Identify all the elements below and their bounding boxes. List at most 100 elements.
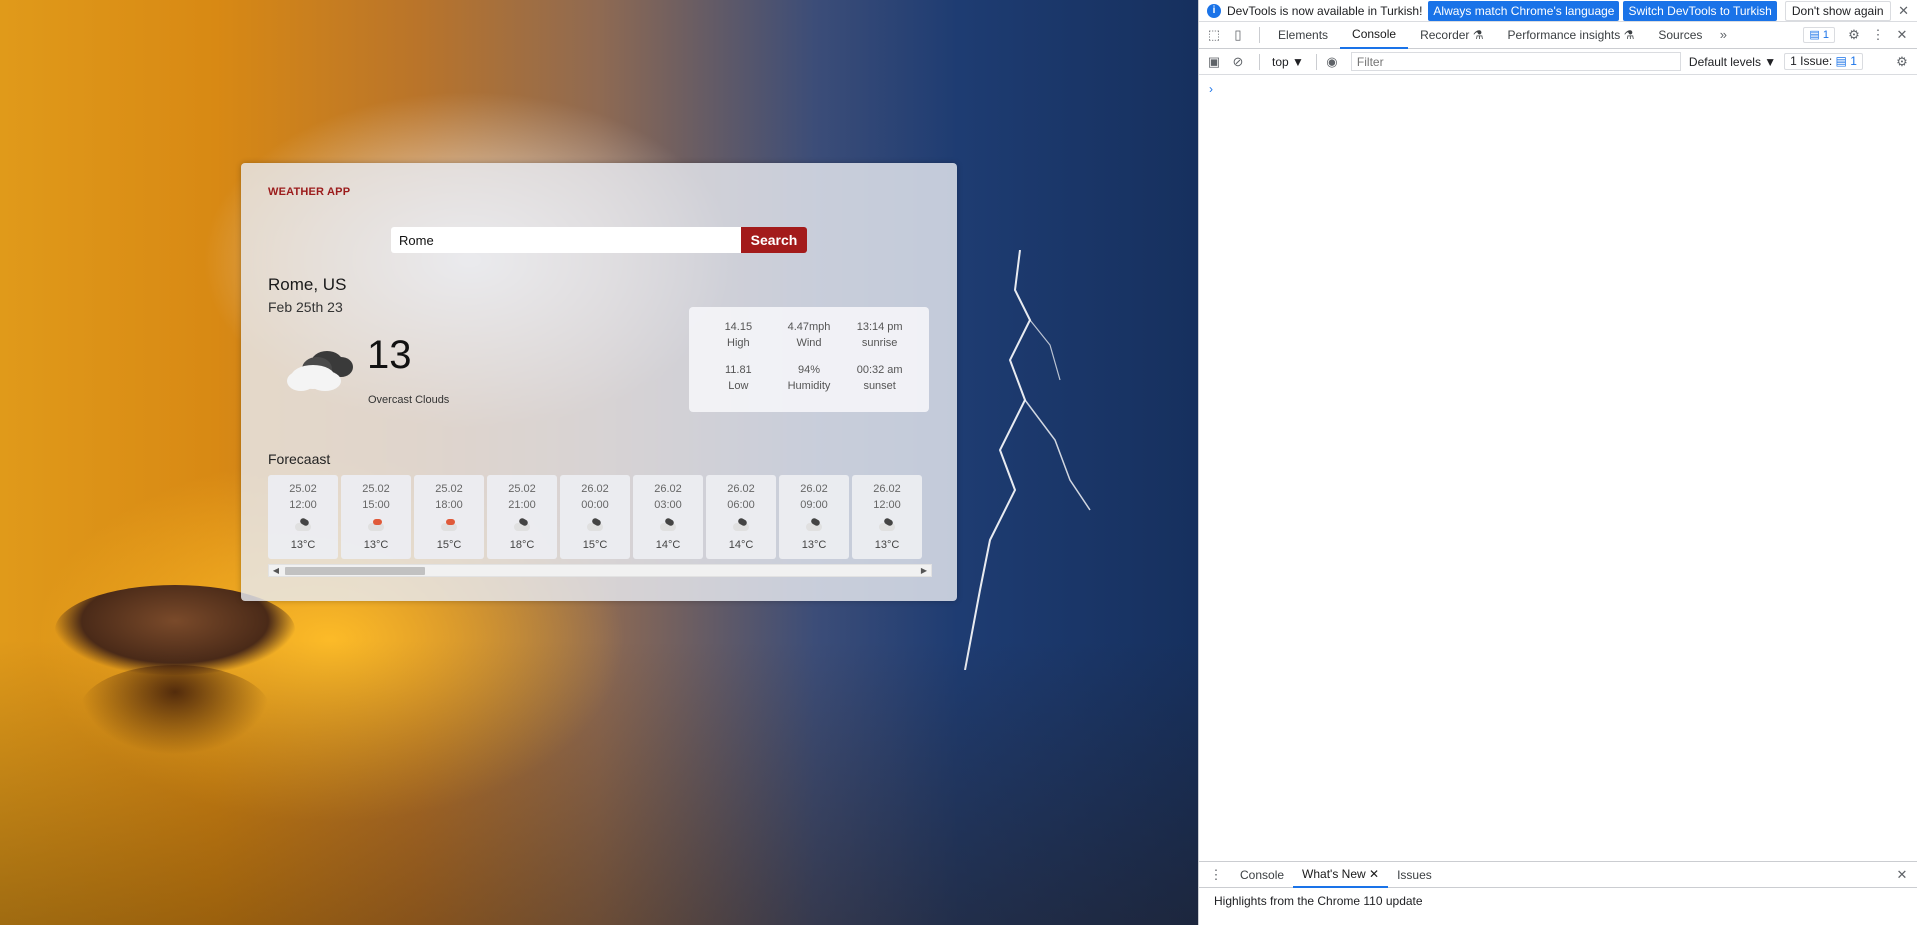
settings-gear-icon[interactable]: ⚙ xyxy=(1845,26,1863,44)
drawer-tab-whats-new[interactable]: What's New ✕ xyxy=(1293,862,1389,888)
forecast-temperature: 13°C xyxy=(801,539,827,551)
forecast-temperature: 18°C xyxy=(509,539,535,551)
scroll-right-arrow[interactable]: ▶ xyxy=(917,565,931,576)
drawer-tab-console[interactable]: Console xyxy=(1231,862,1293,888)
app-title: WEATHER APP xyxy=(268,186,351,198)
context-selector[interactable]: top ▼ xyxy=(1272,55,1304,69)
background-island-reflection xyxy=(80,665,270,755)
divider xyxy=(1315,53,1317,70)
dont-show-again-button[interactable]: Don't show again xyxy=(1784,0,1891,21)
drawer-tab-issues[interactable]: Issues xyxy=(1388,862,1441,888)
console-prompt[interactable]: › xyxy=(1209,82,1213,96)
forecast-date: 26.02 xyxy=(581,483,609,495)
drawer-menu-icon[interactable]: ⋮ xyxy=(1207,866,1225,884)
weather-card: WEATHER APP Search Rome, US Feb 25th 23 … xyxy=(241,163,957,601)
tab-console[interactable]: Console xyxy=(1340,22,1409,49)
forecast-time: 21:00 xyxy=(508,499,536,511)
city-search-input[interactable] xyxy=(391,227,741,253)
cloudy-icon xyxy=(730,517,752,535)
eye-icon[interactable]: ◉ xyxy=(1323,53,1341,71)
language-infobar: i DevTools is now available in Turkish! … xyxy=(1199,0,1917,22)
forecast-time: 03:00 xyxy=(654,499,682,511)
forecast-item: 25.02 12:00 13°C xyxy=(268,475,338,559)
clear-console-icon[interactable]: ⊘ xyxy=(1229,53,1247,71)
forecast-date: 26.02 xyxy=(727,483,755,495)
forecast-date: 25.02 xyxy=(289,483,317,495)
forecast-temperature: 13°C xyxy=(363,539,389,551)
tab-sources[interactable]: Sources xyxy=(1646,22,1714,49)
console-filter-input[interactable] xyxy=(1350,52,1681,71)
issues-button[interactable]: 1 Issue: ▤ 1 xyxy=(1784,53,1863,70)
forecast-date: 25.02 xyxy=(362,483,390,495)
flask-icon: ⚗ xyxy=(1472,27,1484,42)
detail-low: 11.81 Low xyxy=(724,363,752,392)
forecast-time: 15:00 xyxy=(362,499,390,511)
forecast-time: 09:00 xyxy=(800,499,828,511)
detail-wind: 4.47mph Wind xyxy=(787,321,831,349)
forecast-temperature: 15°C xyxy=(436,539,462,551)
divider xyxy=(1259,27,1260,43)
cloudy-icon xyxy=(657,517,679,535)
forecast-strip[interactable]: 25.02 12:00 13°C 25.02 15:00 13°C 25.02 18:00 15… xyxy=(268,475,928,563)
inspect-element-icon[interactable]: ⬚ xyxy=(1205,26,1223,44)
match-language-button[interactable]: Always match Chrome's language xyxy=(1428,0,1620,21)
forecast-item: 26.02 00:00 15°C xyxy=(560,475,630,559)
infobar-text: DevTools is now available in Turkish! xyxy=(1227,3,1423,18)
close-drawer-icon[interactable]: ✕ xyxy=(1893,866,1911,884)
location-name: Rome, US xyxy=(268,275,347,294)
weather-details-panel: 14.15 High 4.47mph Wind 13:14 pm sunrise 11… xyxy=(689,307,929,412)
weather-description: Overcast Clouds xyxy=(368,394,450,406)
console-settings-icon[interactable]: ⚙ xyxy=(1893,53,1911,71)
cloudy-icon xyxy=(292,517,314,535)
divider xyxy=(1259,53,1260,70)
lightning-decoration xyxy=(964,250,1091,670)
kebab-menu-icon[interactable]: ⋮ xyxy=(1869,26,1887,44)
close-icon[interactable]: ✕ xyxy=(1898,3,1909,19)
switch-language-button[interactable]: Switch DevTools to Turkish xyxy=(1623,0,1777,21)
forecast-scrollbar[interactable]: ◀ ▶ xyxy=(268,564,932,577)
messages-badge[interactable]: ▤ 1 xyxy=(1803,27,1835,43)
detail-humidity: 94% Humidity xyxy=(787,363,831,392)
forecast-date: 25.02 xyxy=(508,483,536,495)
overcast-clouds-icon xyxy=(287,351,353,391)
sidebar-toggle-icon[interactable]: ▣ xyxy=(1205,53,1223,71)
scrollbar-thumb[interactable] xyxy=(285,567,425,575)
tab-recorder[interactable]: Recorder ⚗ xyxy=(1408,22,1495,49)
tab-performance-insights[interactable]: Performance insights ⚗ xyxy=(1496,22,1647,49)
flask-icon: ⚗ xyxy=(1623,27,1635,42)
cloudy-icon xyxy=(803,517,825,535)
forecast-item: 26.02 09:00 13°C xyxy=(779,475,849,559)
log-levels-dropdown[interactable]: Default levels ▼ xyxy=(1689,55,1776,69)
forecast-temperature: 13°C xyxy=(874,539,900,551)
forecast-item: 26.02 03:00 14°C xyxy=(633,475,703,559)
forecast-time: 12:00 xyxy=(289,499,317,511)
rain-icon xyxy=(438,517,460,535)
current-temperature: 13 xyxy=(367,333,412,377)
forecast-temperature: 13°C xyxy=(290,539,316,551)
more-tabs-icon[interactable]: » xyxy=(1714,26,1732,44)
detail-sunrise: 13:14 pm sunrise xyxy=(856,321,903,349)
tab-elements[interactable]: Elements xyxy=(1266,22,1340,49)
device-toolbar-icon[interactable]: ▯ xyxy=(1229,26,1247,44)
cloudy-icon xyxy=(584,517,606,535)
devtools-panel: i DevTools is now available in Turkish! … xyxy=(1198,0,1917,925)
forecast-item: 25.02 18:00 15°C xyxy=(414,475,484,559)
forecast-temperature: 15°C xyxy=(582,539,608,551)
search-bar: Search xyxy=(391,227,807,253)
forecast-temperature: 14°C xyxy=(655,539,681,551)
page-viewport: WEATHER APP Search Rome, US Feb 25th 23 … xyxy=(0,0,1198,925)
search-button[interactable]: Search xyxy=(741,227,807,253)
info-icon: i xyxy=(1207,3,1221,18)
devtools-drawer: ⋮ Console What's New ✕ Issues ✕ Highligh… xyxy=(1199,861,1917,925)
rain-icon xyxy=(365,517,387,535)
console-toolbar: ▣ ⊘ top ▼ ◉ Default levels ▼ 1 Issue: ▤ … xyxy=(1199,49,1917,75)
forecast-item: 25.02 21:00 18°C xyxy=(487,475,557,559)
forecast-date: 26.02 xyxy=(873,483,901,495)
forecast-item: 26.02 06:00 14°C xyxy=(706,475,776,559)
scroll-left-arrow[interactable]: ◀ xyxy=(269,565,283,576)
forecast-date: 25.02 xyxy=(435,483,463,495)
forecast-date: 26.02 xyxy=(654,483,682,495)
close-devtools-icon[interactable]: ✕ xyxy=(1893,26,1911,44)
forecast-time: 06:00 xyxy=(727,499,755,511)
forecast-item: 26.02 12:00 13°C xyxy=(852,475,922,559)
